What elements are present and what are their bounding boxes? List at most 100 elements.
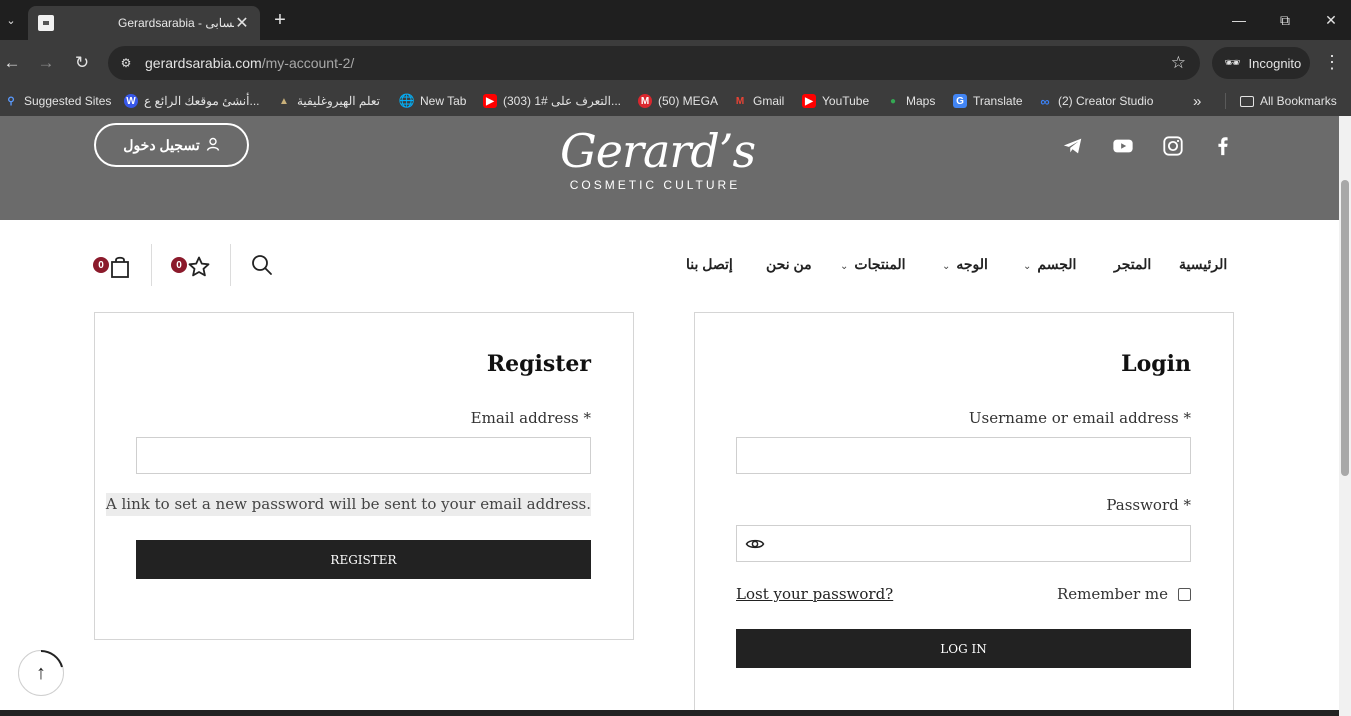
username-input[interactable] — [736, 437, 1191, 474]
all-bookmarks-label: All Bookmarks — [1260, 94, 1337, 108]
bookmark-gmail[interactable]: M Gmail — [733, 93, 785, 109]
nav-home[interactable]: الرئيسية — [1179, 256, 1227, 273]
browser-toolbar: ← → ↻ ⚙ gerardsarabia.com/my-account-2/ … — [0, 40, 1351, 86]
show-password-eye-icon[interactable] — [745, 535, 765, 553]
remember-me-checkbox[interactable] — [1178, 587, 1191, 601]
bookmarks-bar: ⚲ Suggested Sites W أنشئ موقعك الرائع ع.… — [0, 86, 1351, 116]
incognito-label: Incognito — [1248, 55, 1302, 71]
close-window-icon[interactable]: ✕ — [1319, 8, 1343, 32]
youtube-icon[interactable] — [1110, 133, 1136, 159]
all-bookmarks[interactable]: All Bookmarks — [1225, 93, 1337, 109]
chevron-down-icon: ⌄ — [942, 261, 951, 272]
forward-arrow-icon[interactable]: → — [34, 51, 58, 75]
maps-icon: ● — [889, 95, 897, 107]
lost-password-link[interactable]: Lost your password? — [736, 585, 893, 603]
url-text[interactable]: gerardsarabia.com/my-account-2/ — [145, 55, 354, 71]
cart-count-badge: 0 — [93, 257, 109, 273]
folder-icon — [1240, 95, 1254, 107]
logo-tagline: COSMETIC CULTURE — [569, 178, 741, 192]
bookmark-label: Maps — [906, 94, 936, 108]
register-email-label: Email address * — [470, 409, 591, 427]
bookmark-label: New Tab — [420, 94, 467, 108]
address-bar[interactable]: ⚙ gerardsarabia.com/my-account-2/ ☆ — [108, 46, 1200, 80]
nav-about[interactable]: من نحن — [766, 256, 812, 273]
bookmark-suggested-sites[interactable]: ⚲ Suggested Sites — [4, 93, 111, 109]
url-path: /my-account-2/ — [261, 55, 355, 71]
bookmark-mega[interactable]: M (50) MEGA — [638, 93, 718, 109]
bookmark-youtube-video[interactable]: ▶ (303) التعرف على #1... — [483, 93, 621, 109]
bookmark-hieroglyphics[interactable]: ▲ تعلم الهيروغليفية — [277, 93, 380, 109]
instagram-icon[interactable] — [1160, 133, 1186, 159]
reload-icon[interactable]: ↻ — [70, 51, 94, 75]
nav-contact[interactable]: إتصل بنا — [686, 256, 733, 273]
bookmark-label: أنشئ موقعك الرائع ع... — [144, 94, 260, 108]
url-host: gerardsarabia.com — [145, 55, 262, 71]
nav-body[interactable]: ⌄ الجسم — [1023, 256, 1076, 273]
restore-icon[interactable]: ⧉ — [1273, 8, 1297, 32]
bookmark-label: Suggested Sites — [24, 94, 112, 108]
bookmarks-overflow-icon[interactable]: » — [1193, 93, 1201, 110]
bookmark-label: Gmail — [753, 94, 785, 108]
site-favicon-icon — [38, 15, 54, 31]
back-to-top-button[interactable]: ↑ — [18, 650, 64, 696]
nav-separator — [230, 244, 231, 286]
username-label: Username or email address * — [968, 409, 1191, 427]
bookmark-label: (2) Creator Studio — [1058, 94, 1154, 108]
chevron-down-icon: ⌄ — [840, 261, 849, 272]
bookmark-label: تعلم الهيروغليفية — [297, 94, 380, 108]
password-input[interactable] — [736, 525, 1191, 562]
scrollbar-thumb[interactable] — [1341, 180, 1349, 476]
register-button[interactable]: REGISTER — [136, 540, 591, 579]
login-title: Login — [1121, 351, 1191, 377]
bookmark-label: (50) MEGA — [658, 94, 719, 108]
register-hint: A link to set a new password will be sen… — [105, 493, 591, 516]
bookmark-maps[interactable]: ● Maps — [886, 93, 935, 109]
search-icon[interactable] — [249, 252, 275, 278]
close-tab-icon[interactable]: ✕ — [234, 13, 250, 33]
new-tab-button[interactable]: + — [270, 8, 290, 32]
user-icon — [206, 137, 220, 154]
incognito-indicator[interactable]: 🕶 Incognito — [1212, 47, 1310, 79]
remember-me[interactable]: Remember me — [1057, 585, 1191, 603]
wishlist-star-icon[interactable] — [186, 254, 212, 280]
bookmark-translate[interactable]: G Translate — [953, 93, 1023, 109]
site-settings-icon[interactable]: ⚙ — [118, 55, 134, 71]
shopping-bag-icon[interactable] — [108, 254, 132, 280]
tab-search-chevron-icon[interactable]: ⌄ — [0, 8, 22, 32]
header-login-button[interactable]: تسجيل دخول — [94, 123, 249, 167]
facebook-icon[interactable] — [1210, 133, 1236, 159]
password-label: Password * — [1106, 496, 1191, 514]
browser-tab-strip: ⌄ Gerardsarabia - حسابى ✕ + — ⧉ ✕ — [0, 0, 1351, 40]
bookmark-youtube[interactable]: ▶ YouTube — [802, 93, 869, 109]
telegram-icon[interactable] — [1060, 133, 1086, 159]
active-tab[interactable]: Gerardsarabia - حسابى ✕ — [28, 6, 260, 40]
search-icon: ⚲ — [7, 95, 15, 107]
page-viewport: تسجيل دخول Gerard’s COSMETIC CULTURE الر… — [0, 116, 1351, 716]
bookmark-new-tab[interactable]: 🌐 New Tab — [398, 93, 467, 109]
bookmark-wordpress[interactable]: W أنشئ موقعك الرائع ع... — [124, 93, 260, 109]
logo-wordmark: Gerard’s — [560, 124, 756, 178]
browser-menu-icon[interactable]: ⋮ — [1322, 52, 1342, 73]
page-scrollbar[interactable] — [1339, 116, 1351, 716]
mega-icon: M — [638, 94, 652, 108]
register-email-input[interactable] — [136, 437, 591, 474]
nav-body-label: الجسم — [1037, 256, 1077, 272]
nav-products[interactable]: ⌄ المنتجات — [840, 256, 906, 273]
back-arrow-icon[interactable]: ← — [0, 51, 24, 75]
login-button[interactable]: LOG IN — [736, 629, 1191, 668]
site-logo[interactable]: Gerard’s COSMETIC CULTURE — [560, 124, 756, 192]
nav-face-label: الوجه — [956, 256, 988, 272]
nav-separator — [151, 244, 152, 286]
gmail-icon: M — [735, 95, 745, 107]
globe-icon: 🌐 — [398, 93, 416, 108]
site-header: تسجيل دخول Gerard’s COSMETIC CULTURE — [0, 116, 1339, 220]
nav-shop[interactable]: المتجر — [1114, 256, 1151, 273]
bookmark-label: (303) التعرف على #1... — [503, 94, 621, 108]
youtube-icon: ▶ — [802, 94, 816, 108]
minimize-icon[interactable]: — — [1227, 8, 1251, 32]
pyramid-icon: ▲ — [279, 95, 289, 107]
bookmark-star-icon[interactable]: ☆ — [1171, 53, 1186, 73]
meta-icon: ∞ — [1040, 93, 1050, 109]
bookmark-creator-studio[interactable]: ∞ (2) Creator Studio — [1038, 93, 1153, 109]
nav-face[interactable]: ⌄ الوجه — [942, 256, 988, 273]
